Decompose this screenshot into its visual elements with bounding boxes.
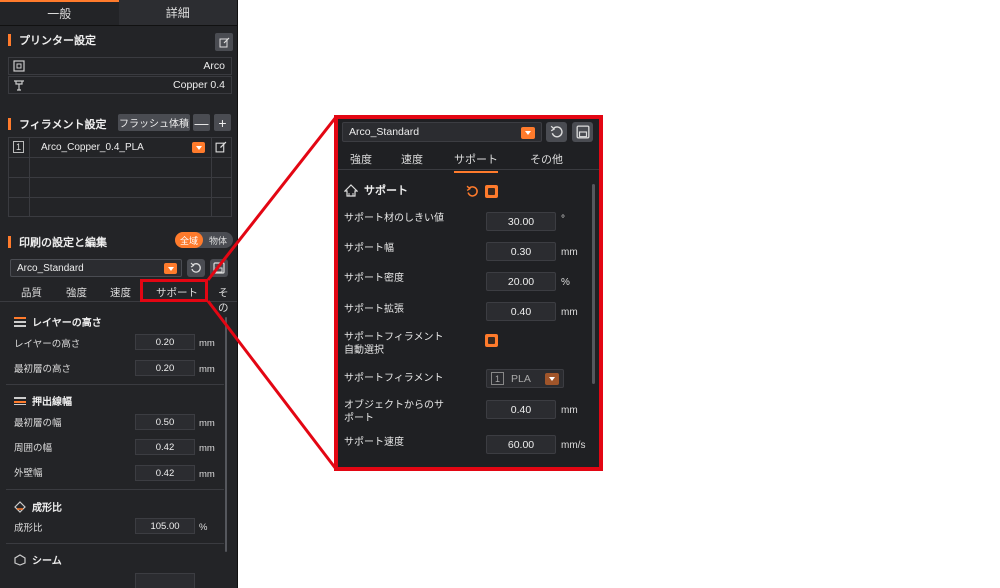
support-group-header: サポート [344,182,408,198]
threshold-unit: ° [561,214,565,225]
auto-filament-checkbox[interactable] [485,334,498,347]
support-distance-label: オブジェクトからのサ ポート [344,399,444,425]
speed-unit: mm/s [561,440,586,451]
filament-dropdown-button[interactable] [545,373,559,385]
enable-support-checkbox[interactable] [485,185,498,198]
support-width-input[interactable]: 0.30 [486,242,556,261]
density-unit: % [561,277,570,288]
unit-label: mm [561,307,578,318]
tab-other[interactable]: その他 [530,151,563,167]
save-icon [576,125,589,139]
support-filament-value: PLA [511,372,531,385]
checkmark-icon [488,337,495,344]
support-distance-input[interactable]: 0.40 [486,400,556,419]
unit-label: mm [561,247,578,258]
support-filament-label: サポートフィラメント [344,373,444,384]
support-group-title: サポート [364,185,408,197]
callout-line-bottom [206,300,338,470]
support-distance-label-line2: ポート [344,413,374,424]
support-distance-label-line1: オブジェクトからのサ [344,400,444,411]
support-expansion-label: サポート拡張 [344,304,404,315]
unit-label: mm [561,405,578,416]
preset-dropdown-button[interactable] [521,127,535,139]
tab-speed[interactable]: 速度 [401,151,423,167]
support-expansion-input[interactable]: 0.40 [486,302,556,321]
support-settings-zoom: Arco_Standard 強度 速度 サポート その他 サポート サポート材の… [338,119,599,467]
auto-filament-label-line2: 自動選択 [344,345,384,356]
tab-support[interactable]: サポート [454,151,498,173]
chevron-down-icon [549,377,555,381]
auto-filament-label: サポートフィラメント 自動選択 [344,331,444,357]
save-preset-button[interactable] [572,122,593,142]
filament-slot-number: 1 [491,372,504,385]
support-speed-label: サポート速度 [344,437,404,448]
support-width-label: サポート幅 [344,243,394,254]
support-density-input[interactable]: 20.00 [486,272,556,291]
support-threshold-input[interactable]: 30.00 [486,212,556,231]
reset-preset-button[interactable] [546,122,567,142]
auto-filament-label-line1: サポートフィラメント [344,332,444,343]
chevron-down-icon [525,131,531,135]
support-filament-select[interactable]: 1 PLA [486,369,564,388]
support-icon [344,183,358,197]
zoom-preset-value: Arco_Standard [349,126,420,138]
checkmark-icon [488,188,495,195]
support-speed-input[interactable]: 60.00 [486,435,556,454]
zoom-preset-select[interactable]: Arco_Standard [342,122,542,142]
tab-strength[interactable]: 強度 [350,151,372,167]
support-threshold-label: サポート材のしきい値 [344,213,444,224]
zoom-scrollbar[interactable] [592,184,595,384]
undo-icon [550,125,563,138]
callout-line-top [206,116,338,281]
zoom-process-tabs: 強度 速度 サポート その他 [338,146,599,173]
undo-icon [466,185,478,197]
support-density-label: サポート密度 [344,273,404,284]
reset-group-button[interactable] [466,185,479,201]
